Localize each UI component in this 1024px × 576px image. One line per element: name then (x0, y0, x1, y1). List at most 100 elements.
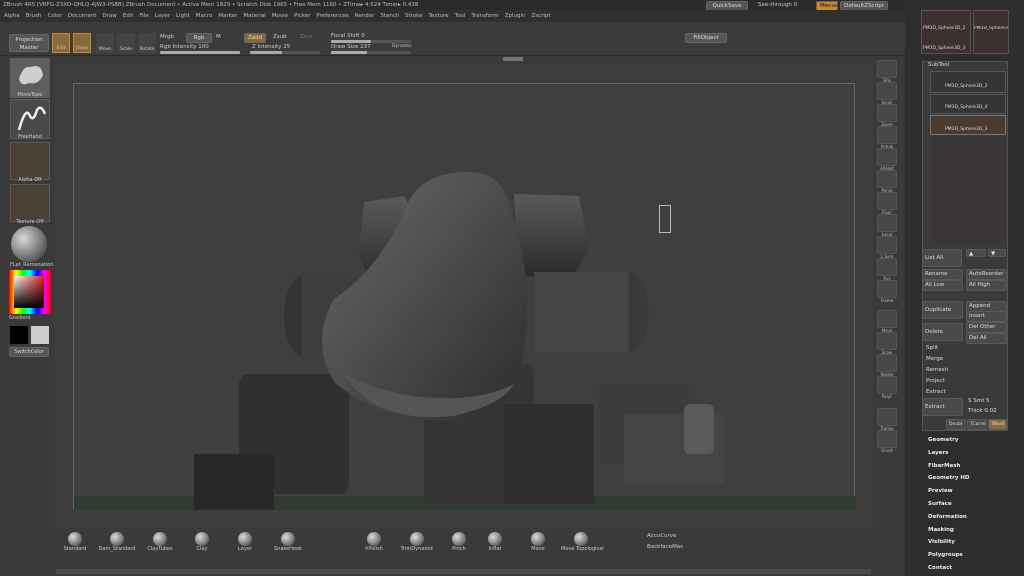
subtool-item-2[interactable]: PM3D_Sphere3D_4 (930, 94, 1006, 114)
brush-label[interactable]: TrimDynamic (397, 546, 437, 552)
rename-button[interactable]: Rename (922, 269, 963, 280)
double-button[interactable]: Doubl (946, 419, 966, 430)
shelf-aahalf-button[interactable] (877, 148, 897, 166)
brush-standard-icon[interactable] (68, 532, 82, 546)
autoreorder-button[interactable]: AutoReorder (966, 269, 1007, 280)
shelf-l-sym-button[interactable] (877, 236, 897, 254)
del-all-button[interactable]: Del All (966, 333, 1007, 344)
brush-label[interactable]: Dam_Standard (97, 546, 137, 552)
menu-picker[interactable]: Picker (294, 13, 310, 19)
brush-pinch-icon[interactable] (452, 532, 466, 546)
remesh-section[interactable]: Remesh (926, 367, 948, 373)
accucurve-button[interactable]: AccuCurve (647, 533, 676, 539)
brush-trimdynamic-icon[interactable] (410, 532, 424, 546)
subtool-item-1[interactable]: PM3D_Sphere3D_2 (930, 71, 1006, 93)
material-sphere[interactable] (11, 226, 47, 262)
arrow-up-button[interactable]: ▲ (966, 249, 986, 257)
brush-move-topological-icon[interactable] (574, 532, 588, 546)
menu-marker[interactable]: Marker (218, 13, 237, 19)
section-geometry-hd[interactable]: Geometry HD (928, 475, 970, 481)
menu-document[interactable]: Document (68, 13, 97, 19)
scale-button[interactable]: Scale (117, 33, 135, 53)
menu-light[interactable]: Light (176, 13, 190, 19)
menu-render[interactable]: Render (355, 13, 375, 19)
shelf-scroll-button[interactable] (877, 82, 897, 100)
zsub-button[interactable]: Zsub (273, 34, 287, 40)
document-canvas[interactable] (73, 83, 856, 510)
all-high-button[interactable]: All High (966, 280, 1007, 291)
menu-layer[interactable]: Layer (155, 13, 170, 19)
section-fibermesh[interactable]: FiberMesh (928, 463, 960, 469)
shelf-scale-button[interactable] (877, 332, 897, 350)
brush-clay-icon[interactable] (195, 532, 209, 546)
shelf-frame-button[interactable] (877, 280, 897, 298)
shelf-zoom-button[interactable] (877, 104, 897, 122)
edit-button[interactable]: Edit (52, 33, 70, 53)
projection-master-button[interactable]: Projection Master (9, 34, 49, 52)
brush-label[interactable]: hPolish (354, 546, 394, 552)
fill-object-button[interactable]: FillObject (685, 33, 727, 43)
menu-brush[interactable]: Brush (26, 13, 42, 19)
section-contact[interactable]: Contact (928, 565, 952, 571)
menu-movie[interactable]: Movie (272, 13, 288, 19)
menu-stroke[interactable]: Stroke (405, 13, 423, 19)
tbord-button[interactable]: TBord (988, 419, 1007, 430)
backfacemask-button[interactable]: BackfaceMas (647, 544, 683, 550)
zcut-button[interactable]: Zcut (300, 34, 312, 40)
thick-slider[interactable]: Thick 0.02 (968, 408, 997, 414)
mrgb-button[interactable]: Mrgb (160, 34, 174, 40)
color-picker[interactable] (9, 270, 51, 314)
zadd-button[interactable]: Zadd (244, 33, 266, 43)
brush-label[interactable]: Pinch (439, 546, 479, 552)
shelf-transp-button[interactable] (877, 408, 897, 426)
del-other-button[interactable]: Del Other (966, 322, 1007, 333)
shelf-actual-button[interactable] (877, 126, 897, 144)
brush-label[interactable]: Clay (182, 546, 222, 552)
menu-color[interactable]: Color (48, 13, 62, 19)
subtool-title[interactable]: SubTool (928, 62, 949, 68)
menu-file[interactable]: File (139, 13, 148, 19)
shelf-persp-button[interactable] (877, 170, 897, 188)
brush-move-icon[interactable] (531, 532, 545, 546)
shelf-local-button[interactable] (877, 214, 897, 232)
brush-label[interactable]: Inflat (475, 546, 515, 552)
menu-macro[interactable]: Macro (196, 13, 213, 19)
alpha-selector[interactable] (10, 142, 50, 180)
section-deformation[interactable]: Deformation (928, 514, 967, 520)
z-intensity-slider[interactable]: Z Intensity 25 (252, 44, 290, 50)
project-section[interactable]: Project (926, 378, 945, 384)
delete-button[interactable]: Delete (922, 323, 963, 341)
menu-texture[interactable]: Texture (429, 13, 449, 19)
section-surface[interactable]: Surface (928, 501, 952, 507)
shelf-move-button[interactable] (877, 310, 897, 328)
all-low-button[interactable]: All Low (922, 280, 963, 291)
merge-section[interactable]: Merge (926, 356, 943, 362)
split-section[interactable]: Split (926, 345, 938, 351)
brush-dam-standard-icon[interactable] (110, 532, 124, 546)
canvas-scroll-handle[interactable] (503, 57, 523, 61)
shelf-spix-button[interactable] (877, 60, 897, 78)
brush-hpolish-icon[interactable] (367, 532, 381, 546)
texture-selector[interactable] (10, 184, 50, 222)
subtool-item-3-selected[interactable]: PM3D_Sphere3D_3 (930, 115, 1006, 135)
arrow-down-button[interactable]: ▼ (988, 249, 1006, 257)
gizmo-marker[interactable] (659, 205, 671, 233)
rgb-intensity-slider[interactable]: Rgb Intensity 100 (160, 44, 209, 50)
section-layers[interactable]: Layers (928, 450, 948, 456)
shelf-rotate-button[interactable] (877, 354, 897, 372)
m-button[interactable]: M (216, 34, 221, 40)
insert-button[interactable]: Insert (966, 311, 1007, 322)
brush-snakehook-icon[interactable] (281, 532, 295, 546)
extract-button[interactable]: Extract (922, 398, 963, 416)
secondary-color-swatch[interactable] (31, 326, 49, 344)
section-preview[interactable]: Preview (928, 488, 953, 494)
z-intensity-track[interactable] (250, 51, 320, 54)
tcorne-button[interactable]: TCorne (967, 419, 987, 430)
stroke-selector[interactable] (10, 99, 50, 139)
brush-inflat-icon[interactable] (488, 532, 502, 546)
see-through-slider[interactable]: See-through 0 (758, 1, 797, 9)
menu-material[interactable]: Material (243, 13, 265, 19)
draw-size-track[interactable] (331, 51, 411, 54)
shelf-xyz-button[interactable] (877, 258, 897, 276)
bottom-scrollbar[interactable] (56, 569, 871, 574)
